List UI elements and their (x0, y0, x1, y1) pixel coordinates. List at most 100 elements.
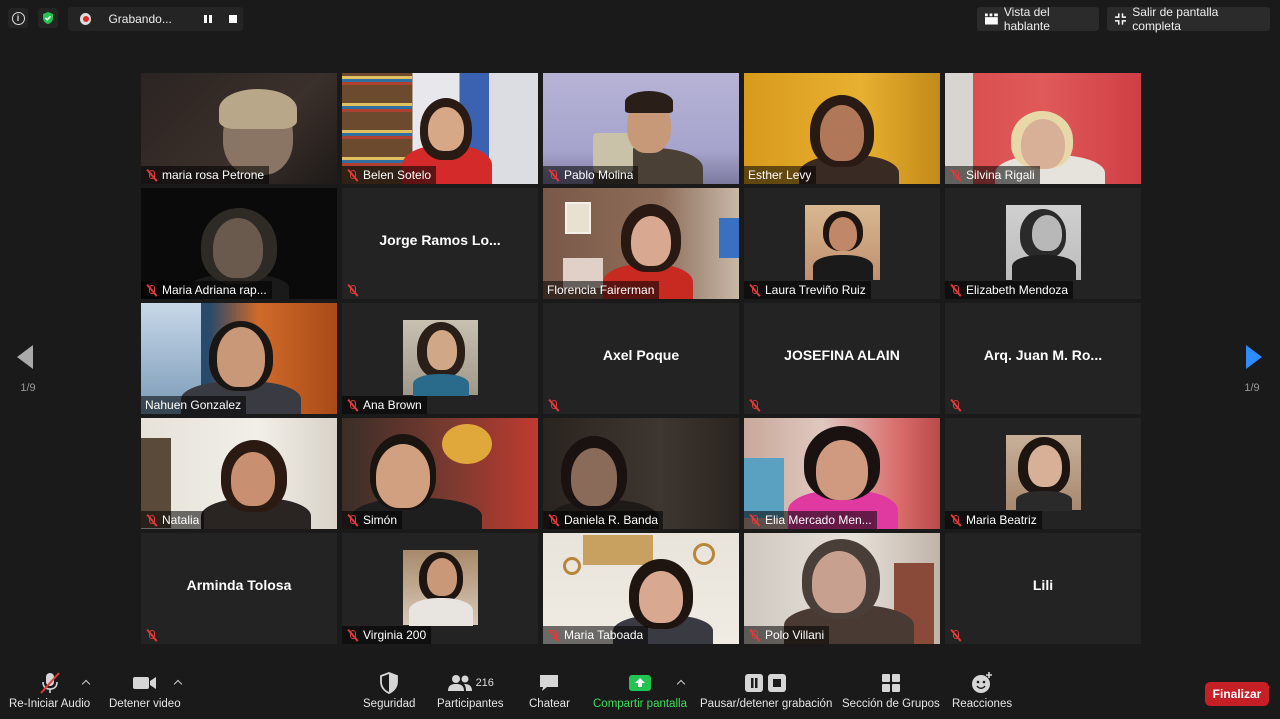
arrow-left-icon (17, 345, 33, 369)
reactions-smiley-icon (971, 672, 993, 694)
participants-count: 216 (475, 677, 494, 689)
restart-audio-button[interactable]: Re-Iniciar Audio (9, 672, 90, 710)
stop-video-button[interactable]: Detener video (109, 672, 181, 710)
arrow-right-icon (1246, 345, 1262, 369)
participant-name-bar: Florencia Fairerman (543, 281, 660, 299)
mic-muted-icon (346, 284, 359, 297)
pause-stop-icon (744, 672, 788, 694)
participant-display-name: Arminda Tolosa (186, 577, 292, 593)
speaker-view-label: Vista del hablante (1003, 5, 1050, 33)
participant-tile[interactable]: Polo Villani (744, 533, 940, 644)
previous-page-button[interactable] (15, 345, 39, 369)
participant-avatar (403, 320, 478, 396)
mic-muted-icon (748, 514, 761, 527)
participant-tile[interactable]: maria rosa Petrone (141, 73, 337, 184)
audio-options-caret[interactable] (81, 678, 91, 688)
participant-tile[interactable]: JOSEFINA ALAIN (744, 303, 940, 414)
participant-display-name: Lili (1032, 577, 1054, 593)
security-button[interactable]: Seguridad (363, 672, 415, 710)
participant-tile[interactable]: Belen Sotelo (342, 73, 538, 184)
participant-tile[interactable]: Elizabeth Mendoza (945, 188, 1141, 299)
participant-tile[interactable]: Maria Taboada (543, 533, 739, 644)
participant-tile[interactable]: Maria Adriana rap... (141, 188, 337, 299)
video-options-caret[interactable] (173, 678, 183, 688)
meeting-info-icon[interactable]: i (8, 8, 28, 28)
pause-stop-recording-button[interactable]: Pausar/detener grabación (700, 672, 832, 710)
share-screen-button[interactable]: Compartir pantalla (593, 672, 687, 710)
participant-name-bar: Elizabeth Mendoza (945, 281, 1074, 299)
exit-fullscreen-label: Salir de pantalla completa (1132, 5, 1219, 33)
participant-tile[interactable]: Silvina Rigali (945, 73, 1141, 184)
security-shield-icon (379, 672, 399, 694)
participant-tile[interactable]: Simón (342, 418, 538, 529)
participant-name-bar (543, 396, 569, 414)
breakout-rooms-button[interactable]: Sección de Grupos (842, 672, 940, 710)
participant-name-bar: Simón (342, 511, 403, 529)
mic-muted-icon (547, 169, 560, 182)
speaker-view-button[interactable]: Vista del hablante (977, 5, 1099, 33)
participant-name-bar: Silvina Rigali (945, 166, 1040, 184)
participant-tile[interactable]: Ana Brown (342, 303, 538, 414)
participant-tile[interactable]: Daniela R. Banda (543, 418, 739, 529)
participant-tile[interactable]: Jorge Ramos Lo... (342, 188, 538, 299)
participant-name-bar: Elia Mercado Men... (744, 511, 877, 529)
participant-tile[interactable]: Esther Levy (744, 73, 940, 184)
active-speaker-tile[interactable]: Florencia Fairerman (543, 188, 739, 299)
participant-name: Silvina Rigali (966, 168, 1035, 182)
mic-muted-icon (346, 514, 359, 527)
participant-tile[interactable]: Arminda Tolosa (141, 533, 337, 644)
encryption-shield-icon[interactable] (38, 8, 58, 28)
participant-tile[interactable]: Natalia (141, 418, 337, 529)
participant-name-bar: Nahuen Gonzalez (141, 396, 247, 414)
pause-recording-icon[interactable] (199, 9, 218, 29)
recording-label: Grabando... (108, 12, 172, 26)
participant-name-bar (945, 396, 971, 414)
participant-avatar (403, 550, 478, 626)
participant-tile[interactable]: Axel Poque (543, 303, 739, 414)
video-camera-icon (132, 672, 158, 694)
reactions-button[interactable]: Reacciones (952, 672, 1012, 710)
recording-dot-icon (80, 13, 92, 25)
participant-tile[interactable]: Pablo Molina (543, 73, 739, 184)
participants-label: Participantes (437, 698, 504, 710)
participant-tile[interactable]: Arq. Juan M. Ro... (945, 303, 1141, 414)
top-bar: i Grabando... Vista del hablante Salir d… (0, 0, 1280, 38)
breakout-rooms-label: Sección de Grupos (842, 698, 940, 710)
participant-tile[interactable]: Maria Beatriz (945, 418, 1141, 529)
stop-recording-icon[interactable] (224, 9, 243, 29)
participant-name-bar: Ana Brown (342, 396, 427, 414)
chat-bubble-icon (538, 672, 560, 694)
participants-button[interactable]: 216 Participantes (437, 672, 503, 710)
participant-tile[interactable]: Laura Treviño Ruiz (744, 188, 940, 299)
mic-off-icon (37, 672, 63, 694)
mic-muted-icon (145, 629, 158, 642)
participant-avatar (1006, 435, 1081, 511)
participant-name-bar: maria rosa Petrone (141, 166, 270, 184)
participant-name-bar: Daniela R. Banda (543, 511, 664, 529)
mic-muted-icon (748, 629, 761, 642)
chat-button[interactable]: Chatear (529, 672, 570, 710)
next-page-button[interactable] (1240, 345, 1264, 369)
participant-name: Nahuen Gonzalez (145, 398, 242, 412)
participant-name: Belen Sotelo (363, 168, 432, 182)
participant-name: Polo Villani (765, 628, 825, 642)
participant-tile[interactable]: Nahuen Gonzalez (141, 303, 337, 414)
mic-muted-icon (949, 629, 962, 642)
mic-muted-icon (547, 514, 560, 527)
pause-stop-recording-label: Pausar/detener grabación (700, 698, 833, 710)
participant-tile[interactable]: Elia Mercado Men... (744, 418, 940, 529)
end-meeting-button[interactable]: Finalizar (1205, 682, 1269, 706)
mic-muted-icon (346, 169, 359, 182)
breakout-rooms-icon (881, 672, 901, 694)
participant-name: Maria Taboada (564, 628, 644, 642)
chat-label: Chatear (529, 698, 570, 710)
exit-fullscreen-button[interactable]: Salir de pantalla completa (1107, 5, 1270, 33)
mic-muted-icon (949, 514, 962, 527)
gallery-grid: maria rosa Petrone Belen Sotelo Pablo Mo… (141, 73, 1141, 644)
participant-tile[interactable]: Lili (945, 533, 1141, 644)
participant-name: Elizabeth Mendoza (966, 283, 1069, 297)
participant-tile[interactable]: Virginia 200 (342, 533, 538, 644)
participant-name: Daniela R. Banda (564, 513, 659, 527)
speaker-view-icon (985, 13, 998, 25)
share-options-caret[interactable] (676, 678, 686, 688)
